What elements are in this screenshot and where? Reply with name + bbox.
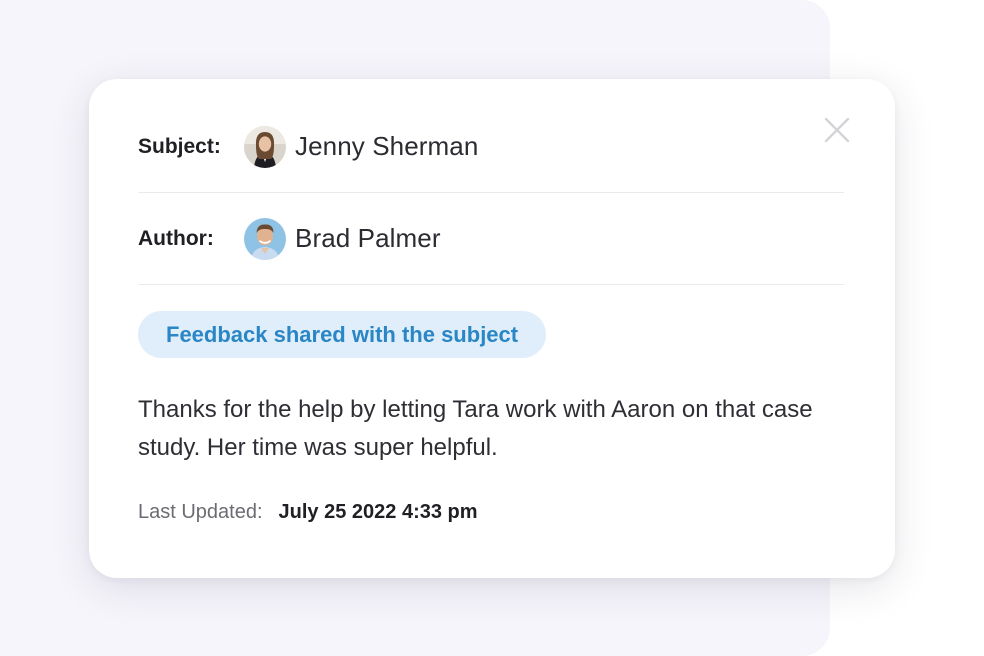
shared-status-badge: Feedback shared with the subject — [138, 311, 547, 358]
author-label: Author: — [138, 226, 214, 250]
author-name: Brad Palmer — [295, 223, 441, 253]
feedback-message: Thanks for the help by letting Tara work… — [138, 396, 813, 461]
author-avatar — [244, 217, 286, 260]
subject-label: Subject: — [138, 134, 221, 158]
last-updated-label: Last Updated: — [138, 501, 263, 523]
author-row: Author: Brad Palmer — [138, 193, 844, 285]
subject-avatar — [244, 125, 286, 168]
last-updated: Last Updated: July 25 2022 4:33 pm — [138, 501, 478, 524]
subject-row: Subject: Jenny Sherman — [138, 101, 844, 193]
last-updated-value: July 25 2022 4:33 pm — [278, 501, 478, 523]
feedback-dialog: Subject: Jenny Sherman Author: Brad Palm… — [89, 79, 895, 578]
subject-name: Jenny Sherman — [295, 131, 479, 161]
